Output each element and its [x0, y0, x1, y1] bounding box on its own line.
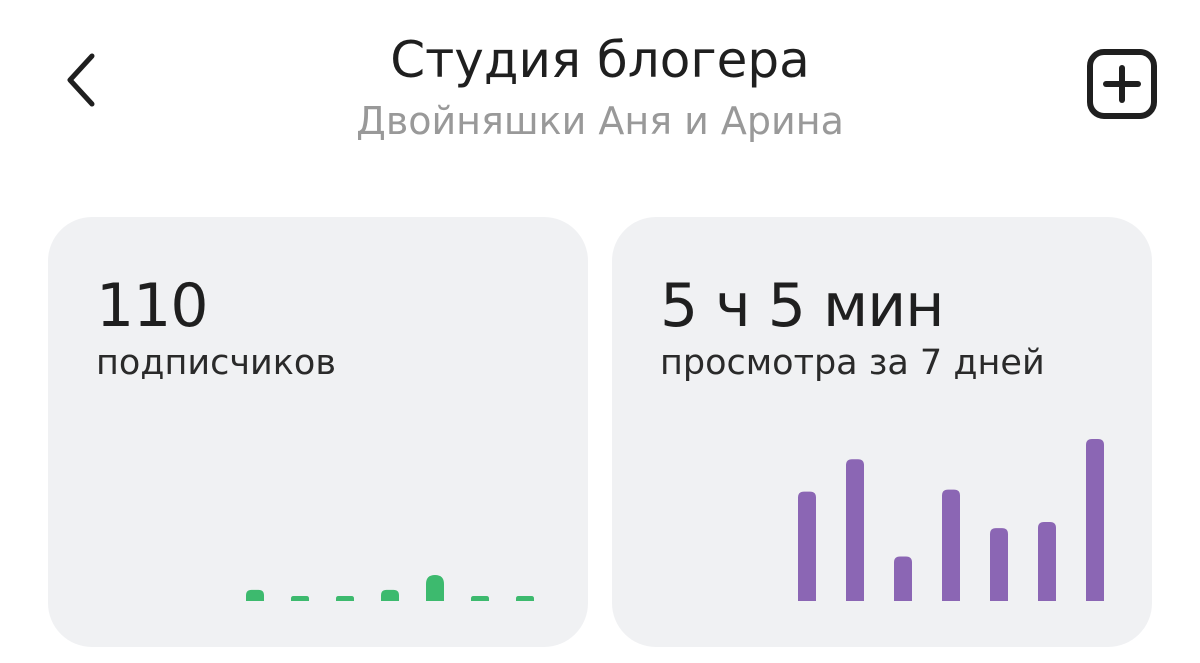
page-title: Студия блогера: [390, 31, 810, 89]
plus-square-icon: [1087, 49, 1157, 119]
chart-bar: [798, 491, 816, 601]
header: Студия блогера Двойняшки Аня и Арина: [0, 0, 1200, 190]
chart-bar: [846, 459, 864, 601]
chart-bar: [894, 556, 912, 601]
page-subtitle: Двойняшки Аня и Арина: [356, 99, 844, 143]
title-block: Студия блогера Двойняшки Аня и Арина: [200, 28, 1000, 150]
chart-bar: [426, 574, 444, 601]
chart-bar: [942, 489, 960, 601]
subscribers-chart: [246, 574, 534, 601]
add-button[interactable]: [1084, 46, 1160, 122]
chart-bar: [471, 596, 489, 601]
views-card[interactable]: 5 ч 5 мин просмотра за 7 дней: [612, 217, 1152, 647]
chevron-left-icon: [67, 53, 95, 107]
chart-bar: [990, 528, 1008, 601]
chart-bar: [1038, 522, 1056, 601]
views-chart: [798, 439, 1104, 601]
chart-bar: [291, 596, 309, 601]
subscribers-card[interactable]: 110 подписчиков: [48, 217, 588, 647]
chart-bar: [1086, 439, 1104, 601]
chart-bar: [336, 596, 354, 601]
chart-bar: [381, 589, 399, 601]
chart-bar: [516, 596, 534, 601]
back-button[interactable]: [52, 42, 112, 118]
chart-bar: [246, 589, 264, 601]
